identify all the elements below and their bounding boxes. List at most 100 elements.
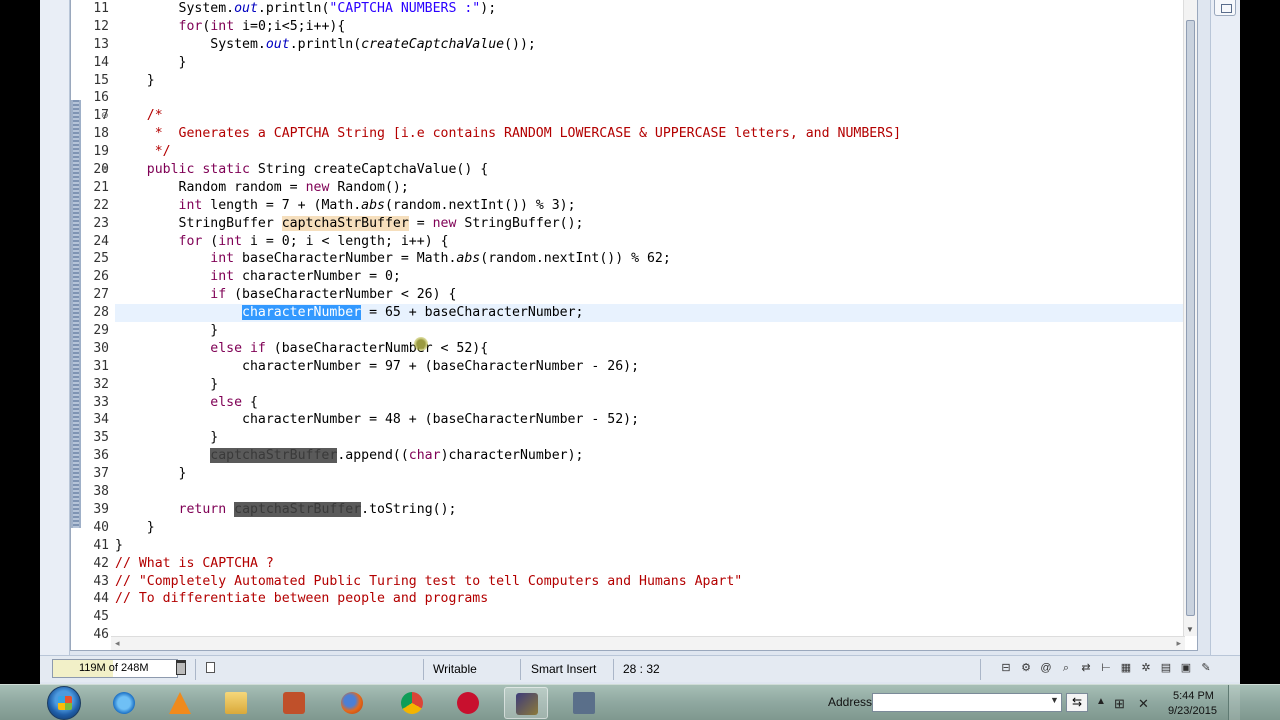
firefox-icon bbox=[341, 692, 363, 714]
code-line-15: } bbox=[115, 72, 155, 88]
code-area[interactable]: System.out.println("CAPTCHA NUMBERS :");… bbox=[115, 0, 1183, 630]
taskbar-app-vlc[interactable] bbox=[158, 687, 202, 719]
scroll-left-icon[interactable]: ◂ bbox=[115, 638, 120, 649]
line-number: 40 bbox=[93, 519, 109, 535]
line-number: 31 bbox=[93, 358, 109, 374]
line-number: 37 bbox=[93, 466, 109, 482]
table-icon[interactable]: ▤ bbox=[1160, 661, 1172, 675]
package-icon[interactable]: ⊟ bbox=[1000, 661, 1012, 675]
line-number: 24 bbox=[93, 233, 109, 249]
network-icon[interactable]: ⊞ bbox=[1114, 696, 1125, 712]
status-bar: 119M of 248M Writable Smart Insert 28 : … bbox=[40, 655, 1240, 682]
code-line-14: } bbox=[115, 54, 187, 70]
scroll-down-icon[interactable]: ▼ bbox=[1186, 625, 1194, 634]
line-number: 16 bbox=[93, 90, 109, 106]
line-number: 29 bbox=[93, 323, 109, 339]
line-number: 45 bbox=[93, 609, 109, 625]
line-number: 12 bbox=[93, 18, 109, 34]
code-line-36: captchaStrBuffer.append((char)characterN… bbox=[210, 448, 584, 464]
line-number: 36 bbox=[93, 448, 109, 464]
tray-expand-icon[interactable]: ▲ bbox=[1096, 696, 1106, 707]
grid-icon[interactable]: ▦ bbox=[1120, 661, 1132, 675]
code-line-26: int characterNumber = 0; bbox=[210, 269, 401, 285]
fold-collapse-icon[interactable]: ⊖ bbox=[101, 165, 109, 175]
text-selection: characterNumber bbox=[242, 305, 362, 321]
show-desktop-button[interactable] bbox=[1228, 685, 1240, 720]
line-number: 28 bbox=[93, 305, 109, 321]
vertical-scrollbar[interactable]: ▼ bbox=[1183, 0, 1197, 636]
at-icon[interactable]: @ bbox=[1040, 661, 1052, 675]
cursor-position: 28 : 32 bbox=[623, 662, 660, 676]
chevron-down-icon[interactable]: ▼ bbox=[1050, 695, 1059, 705]
line-number: 13 bbox=[93, 36, 109, 52]
clock-time[interactable]: 5:44 PM bbox=[1173, 690, 1214, 702]
horizontal-scrollbar[interactable]: ◂ ▸ bbox=[111, 636, 1185, 650]
ie-icon bbox=[113, 692, 135, 714]
chrome-icon bbox=[401, 692, 423, 714]
line-number: 41 bbox=[93, 537, 109, 553]
code-line-34: characterNumber = 48 + (baseCharacterNum… bbox=[115, 412, 640, 428]
code-line-33: else { bbox=[210, 394, 258, 410]
line-number: 23 bbox=[93, 215, 109, 231]
tree-icon[interactable]: ⊢ bbox=[1100, 661, 1112, 675]
code-editor[interactable]: 11 12 13 14 15 16 17 18 19 20 21 22 23 24 25 26 27 28 29 30… bbox=[70, 0, 1198, 651]
code-line-43: // "Completely Automated Public Turing t… bbox=[115, 573, 743, 589]
taskbar-app-red[interactable] bbox=[446, 687, 490, 719]
brush-icon[interactable]: ✎ bbox=[1200, 661, 1212, 675]
volume-muted-icon[interactable]: ✕ bbox=[1138, 696, 1149, 712]
start-button[interactable] bbox=[47, 686, 81, 720]
taskbar-app-chrome[interactable] bbox=[390, 687, 434, 719]
writable-status: Writable bbox=[433, 662, 477, 676]
gear-icon[interactable]: ⚙ bbox=[1020, 661, 1032, 675]
code-line-28-current: characterNumber = 65 + baseCharacterNumb… bbox=[115, 304, 1183, 323]
code-line-35: } bbox=[115, 430, 219, 446]
code-line-41: } bbox=[115, 537, 123, 553]
divider bbox=[423, 659, 424, 680]
line-number: 26 bbox=[93, 269, 109, 285]
line-number: 15 bbox=[93, 72, 109, 88]
line-number: 30 bbox=[93, 340, 109, 356]
divider bbox=[520, 659, 521, 680]
code-line-39: return captchaStrBuffer.toString(); bbox=[178, 501, 457, 517]
code-line-20: public static String createCaptchaValue(… bbox=[146, 162, 489, 178]
window-icon[interactable]: ▣ bbox=[1180, 661, 1192, 675]
insert-mode-status: Smart Insert bbox=[531, 662, 597, 676]
code-line-32: } bbox=[115, 376, 219, 392]
trash-icon[interactable] bbox=[176, 660, 186, 675]
document-icon[interactable] bbox=[206, 662, 215, 673]
app-icon bbox=[457, 692, 479, 714]
restore-icon[interactable] bbox=[1214, 0, 1236, 16]
line-number: 39 bbox=[93, 501, 109, 517]
taskbar-app-firefox[interactable] bbox=[330, 687, 374, 719]
clock-date[interactable]: 9/23/2015 bbox=[1168, 705, 1217, 717]
taskbar-app-ie[interactable] bbox=[102, 687, 146, 719]
code-line-19: */ bbox=[115, 144, 171, 160]
sync-icon[interactable]: ⇄ bbox=[1080, 661, 1092, 675]
code-line-17: /* bbox=[115, 108, 163, 124]
settings-icon[interactable]: ✲ bbox=[1140, 661, 1152, 675]
taskbar-app-eclipse[interactable] bbox=[504, 687, 548, 719]
go-button[interactable]: ⇆ bbox=[1066, 693, 1088, 712]
code-line-13: System.out.println(createCaptchaValue())… bbox=[115, 36, 536, 52]
line-number: 35 bbox=[93, 430, 109, 446]
scroll-right-icon[interactable]: ▸ bbox=[1176, 638, 1181, 649]
fold-collapse-icon[interactable]: ⊖ bbox=[101, 111, 109, 121]
taskbar-app-media[interactable] bbox=[272, 687, 316, 719]
scroll-thumb[interactable] bbox=[1186, 20, 1195, 616]
code-line-12: for(int i=0;i<5;i++){ bbox=[178, 18, 346, 34]
heap-status[interactable]: 119M of 248M bbox=[52, 659, 178, 678]
code-line-37: } bbox=[115, 466, 187, 482]
code-line-30: else if (baseCharacterNumber < 52){ bbox=[210, 340, 489, 356]
media-icon bbox=[283, 692, 305, 714]
search-icon[interactable]: ⌕ bbox=[1060, 661, 1072, 675]
taskbar: Address ▼ ⇆ ▲ ⊞ ✕ 5:44 PM 9/23/2015 bbox=[0, 684, 1280, 720]
address-input[interactable] bbox=[872, 693, 1062, 712]
taskbar-app-save[interactable] bbox=[562, 687, 606, 719]
line-number: 38 bbox=[93, 484, 109, 500]
line-number: 33 bbox=[93, 394, 109, 410]
code-line-23: StringBuffer captchaStrBuffer = new Stri… bbox=[115, 215, 584, 231]
code-line-29: } bbox=[115, 323, 219, 339]
taskbar-app-explorer[interactable] bbox=[214, 687, 258, 719]
